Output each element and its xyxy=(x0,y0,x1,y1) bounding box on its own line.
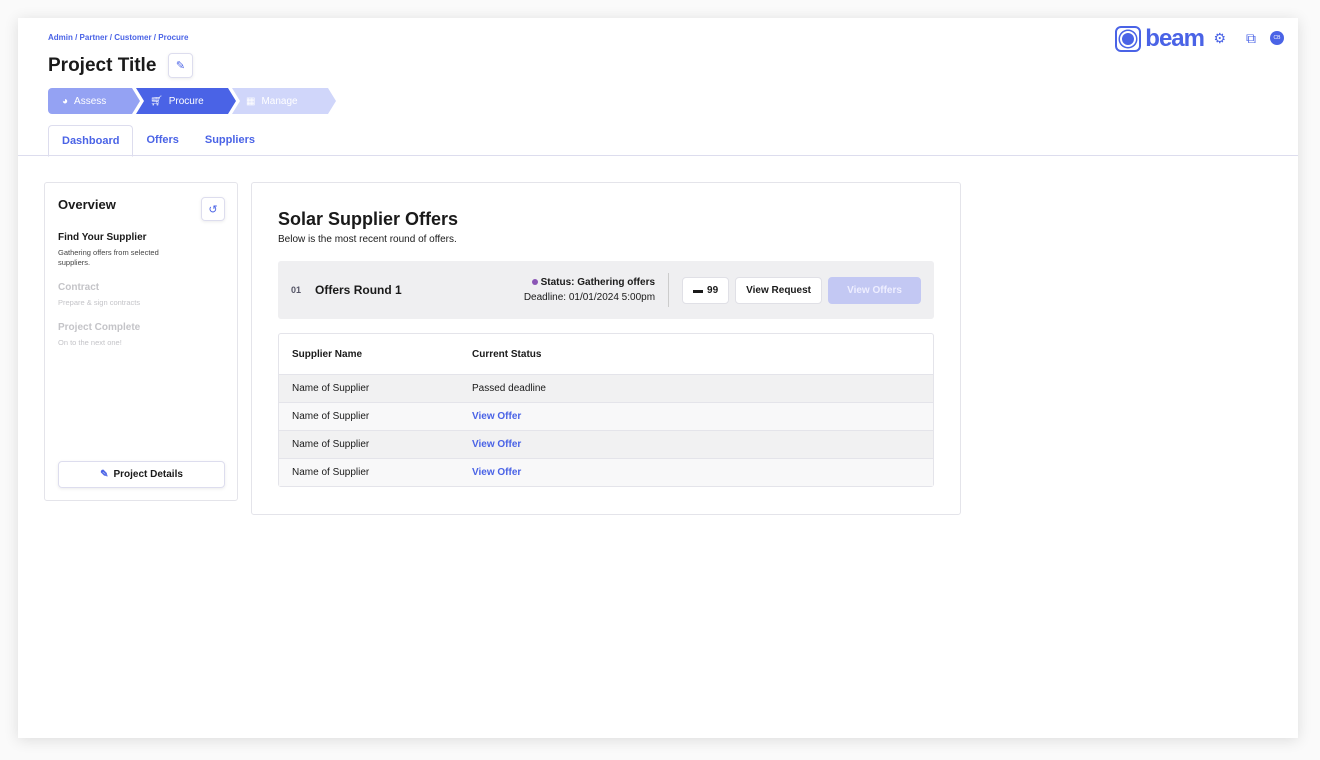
tab-suppliers[interactable]: Suppliers xyxy=(192,124,268,156)
history-icon: ↺ xyxy=(208,203,218,216)
comment-icon: ▬ xyxy=(693,284,704,296)
stage-title: Find Your Supplier xyxy=(58,232,147,243)
view-offers-button: View Offers xyxy=(828,276,921,304)
gear-icon[interactable]: ⚙ xyxy=(1213,30,1226,47)
step-procure[interactable]: 🛒︎ Procure xyxy=(136,88,236,114)
project-details-button[interactable]: ✎ Project Details xyxy=(58,461,225,488)
supplier-name: Name of Supplier xyxy=(292,383,370,394)
comment-count: 99 xyxy=(707,284,719,296)
step-manage[interactable]: ▦ Manage xyxy=(232,88,336,114)
history-button[interactable]: ↺ xyxy=(201,197,225,221)
offer-round: 01 Offers Round 1 Status: Gathering offe… xyxy=(278,261,934,319)
view-offer-link[interactable]: View Offer xyxy=(472,439,521,450)
overview-panel: Overview ↺ Find Your Supplier Gathering … xyxy=(44,182,238,501)
step-label: Procure xyxy=(168,95,204,107)
step-label: Manage xyxy=(261,95,298,107)
stage-title: Project Complete xyxy=(58,322,141,333)
tab-offers[interactable]: Offers xyxy=(133,124,191,156)
table-row: Name of Supplier View Offer xyxy=(279,402,933,430)
solar-panel-icon: ▦ xyxy=(246,95,256,107)
logo-icon xyxy=(1115,26,1142,52)
status-dot xyxy=(531,279,538,285)
divider xyxy=(18,155,1298,156)
progress-steps: ◕ Assess 🛒︎ Procure ▦ Manage xyxy=(48,88,336,114)
deadline: Deadline: 01/01/2024 5:00pm xyxy=(523,292,656,303)
supplier-name: Name of Supplier xyxy=(292,467,370,478)
tab-bar: Dashboard Offers Suppliers xyxy=(48,124,268,157)
avatar[interactable]: CB xyxy=(1270,31,1284,45)
status-text: Passed deadline xyxy=(472,383,546,394)
edit-icon: ✎ xyxy=(100,469,109,480)
step-assess[interactable]: ◕ Assess xyxy=(48,88,140,114)
divider xyxy=(668,273,670,307)
offers-title: Solar Supplier Offers xyxy=(278,209,459,229)
table-header: Supplier Name Current Status xyxy=(279,334,933,374)
status-text: Status: Gathering offers xyxy=(540,277,656,288)
button-label: Project Details xyxy=(113,469,183,480)
view-offer-link[interactable]: View Offer xyxy=(472,467,521,478)
app-window: Admin / Partner / Customer / Procure Pro… xyxy=(18,18,1298,738)
edit-icon: ✎ xyxy=(175,60,186,72)
step-label: Assess xyxy=(74,95,107,107)
table-row: Name of Supplier Passed deadline xyxy=(279,374,933,402)
round-status: Status: Gathering offers Deadline: 01/01… xyxy=(524,275,655,305)
view-offer-link[interactable]: View Offer xyxy=(472,411,521,422)
round-number: 01 xyxy=(291,285,302,295)
beam-logo[interactable]: beam xyxy=(1115,25,1205,53)
tab-dashboard[interactable]: Dashboard xyxy=(48,125,134,157)
stage-title: Contract xyxy=(58,282,100,293)
round-name: Offers Round 1 xyxy=(315,283,402,297)
offers-panel: Solar Supplier Offers Below is the most … xyxy=(251,182,961,515)
pie-chart-icon: ◕ xyxy=(62,95,69,107)
stage-desc: On to the next one! xyxy=(58,338,122,347)
logo-text: beam xyxy=(1145,25,1205,52)
column-header: Supplier Name xyxy=(292,348,363,360)
stage-desc: Prepare & sign contracts xyxy=(58,298,141,307)
column-header: Current Status xyxy=(472,348,542,360)
table-row: Name of Supplier View Offer xyxy=(279,458,933,486)
external-link-icon[interactable]: ⧉ xyxy=(1246,30,1256,47)
edit-title-button[interactable]: ✎ xyxy=(168,53,193,78)
cart-icon: 🛒︎ xyxy=(150,95,163,107)
overview-title: Overview xyxy=(58,197,116,212)
stage-desc: Gathering offers from selected suppliers… xyxy=(58,248,159,267)
table-row: Name of Supplier View Offer xyxy=(279,430,933,458)
supplier-name: Name of Supplier xyxy=(292,411,370,422)
view-request-button[interactable]: View Request xyxy=(735,276,822,304)
comments-button[interactable]: ▬ 99 xyxy=(682,276,730,304)
offers-subtitle: Below is the most recent round of offers… xyxy=(278,234,457,245)
page-title: Project Title xyxy=(48,55,157,76)
suppliers-table: Supplier Name Current Status Name of Supp… xyxy=(278,333,934,487)
breadcrumb[interactable]: Admin / Partner / Customer / Procure xyxy=(48,33,188,42)
supplier-name: Name of Supplier xyxy=(292,439,370,450)
